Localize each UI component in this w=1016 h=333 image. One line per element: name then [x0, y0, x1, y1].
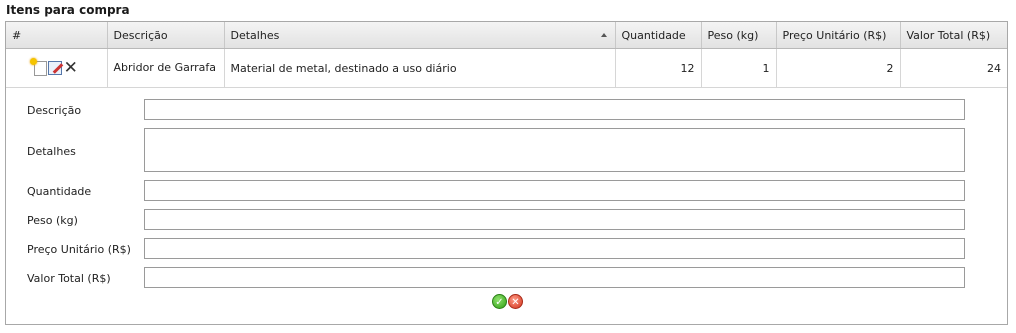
peso-label: Peso (kg)	[27, 214, 78, 227]
valor-total-label: Valor Total (R$)	[27, 272, 111, 285]
valor-total-input[interactable]	[144, 267, 965, 288]
peso-input[interactable]	[144, 209, 965, 230]
column-header-valor-total[interactable]: Valor Total (R$)	[900, 22, 1007, 49]
cell-descricao: Abridor de Garrafa	[107, 48, 225, 88]
cell-quantidade: 12	[615, 48, 702, 88]
cell-valor-total: 24	[900, 48, 1007, 88]
items-panel: # Descrição Detalhes Quantidade Peso (kg…	[5, 21, 1008, 325]
form-actions: ✓ ✕	[492, 294, 523, 309]
preco-unitario-label: Preço Unitário (R$)	[27, 243, 131, 256]
column-header-descricao[interactable]: Descrição	[107, 22, 225, 49]
column-header-detalhes-label: Detalhes	[230, 28, 280, 42]
cancel-button[interactable]: ✕	[508, 294, 523, 309]
detalhes-textarea[interactable]	[144, 128, 965, 172]
cell-peso: 1	[701, 48, 777, 88]
column-header-detalhes[interactable]: Detalhes	[224, 22, 616, 49]
column-header-index[interactable]: #	[6, 22, 108, 49]
preco-unitario-input[interactable]	[144, 238, 965, 259]
descricao-input[interactable]	[144, 99, 965, 120]
new-item-icon[interactable]	[30, 57, 48, 76]
cell-detalhes: Material de metal, destinado a uso diári…	[224, 48, 616, 88]
cell-preco-unitario: 2	[776, 48, 901, 88]
quantidade-input[interactable]	[144, 180, 965, 201]
sort-ascending-icon	[600, 33, 607, 37]
column-header-quantidade[interactable]: Quantidade	[615, 22, 702, 49]
row-actions-cell: ✕	[6, 48, 108, 88]
edit-icon[interactable]	[48, 61, 63, 75]
column-header-preco-unitario[interactable]: Preço Unitário (R$)	[776, 22, 901, 49]
check-icon: ✓	[495, 297, 504, 308]
items-grid: # Descrição Detalhes Quantidade Peso (kg…	[6, 22, 1007, 88]
confirm-button[interactable]: ✓	[492, 294, 507, 309]
table-row[interactable]: ✕ Abridor de Garrafa Material de metal, …	[6, 48, 1007, 88]
quantidade-label: Quantidade	[27, 185, 92, 198]
descricao-label: Descrição	[27, 104, 82, 117]
section-title: Itens para compra	[6, 3, 130, 17]
detalhes-label: Detalhes	[27, 145, 76, 158]
grid-header-row: # Descrição Detalhes Quantidade Peso (kg…	[6, 22, 1007, 49]
delete-icon[interactable]: ✕	[63, 59, 78, 76]
cancel-icon: ✕	[511, 297, 520, 308]
column-header-peso[interactable]: Peso (kg)	[701, 22, 777, 49]
